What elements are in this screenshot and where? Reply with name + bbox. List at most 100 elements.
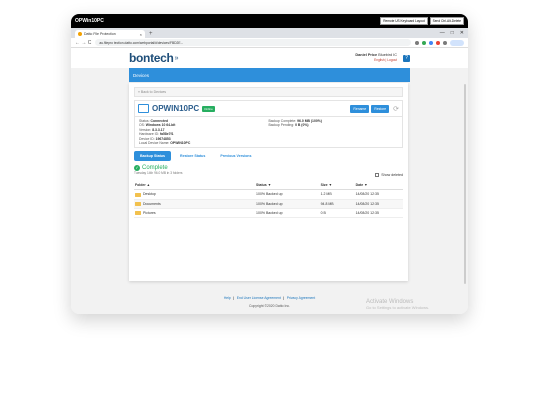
logo[interactable]: bontech: [129, 51, 174, 65]
cell-text: 1.2 MB: [320, 192, 332, 197]
table-row[interactable]: Desktop 100% Backed up 1.2 MB 14/08/20 12:3…: [134, 189, 403, 200]
detail-label: Status:: [139, 119, 150, 123]
help-link[interactable]: Help: [224, 296, 231, 300]
folder-icon: [135, 201, 141, 206]
folder-icon: [135, 192, 141, 197]
folder-cell: Documents: [134, 199, 256, 209]
tab-previous-versions[interactable]: Previous Versions: [214, 151, 257, 161]
date-cell: 14/08/20 12:35: [354, 208, 403, 218]
tab-restore-status[interactable]: Restore Status: [174, 151, 211, 161]
detail-value: 0 B (0%): [295, 123, 309, 128]
nav-buttons[interactable]: ← → C: [75, 40, 91, 46]
restore-button[interactable]: Restore: [371, 104, 390, 113]
profile-avatar[interactable]: [450, 39, 464, 46]
col-size[interactable]: Size ▼: [319, 181, 355, 191]
details-right: Backup Complete: 96.0 MB (100%) Backup Pe…: [269, 119, 399, 145]
devices-nav-link[interactable]: Devices: [133, 73, 149, 78]
activation-watermark: Activate Windows Go to Settings to activ…: [366, 299, 429, 310]
show-deleted-label: Show deleted: [381, 173, 403, 178]
detail-value: 96.0 MB (100%): [297, 119, 322, 123]
checkbox-icon[interactable]: [375, 173, 380, 178]
back-to-devices-link[interactable]: « Back to Devices: [134, 87, 403, 97]
col-status[interactable]: Status ▼: [255, 181, 320, 191]
maximize-icon[interactable]: □: [451, 29, 454, 38]
extension-icon[interactable]: [422, 40, 426, 45]
status-cell: 100% Backed up: [255, 189, 320, 200]
favicon-icon: [78, 32, 82, 36]
folder-cell: Desktop: [134, 189, 256, 200]
remote-session-bar: OPWin10PC Remote US Keyboard Layout Send…: [71, 14, 468, 28]
remote-title: OPWin10PC: [75, 18, 104, 24]
logo-mark-icon: »: [174, 54, 179, 62]
language-select[interactable]: English: [374, 58, 384, 62]
keyboard-layout-button[interactable]: Remote US Keyboard Layout: [380, 17, 428, 25]
new-tab-button[interactable]: +: [149, 30, 153, 38]
detail-label: Version:: [139, 127, 152, 132]
status-cell: 100% Backed up: [255, 199, 320, 209]
detail-row: Backup Pending: 0 B (0%): [269, 123, 399, 127]
detail-label: OS:: [139, 123, 145, 128]
cell-text[interactable]: Pictures: [143, 211, 156, 215]
detail-label: Backup Pending:: [268, 123, 295, 128]
detail-value: Connected: [150, 119, 169, 123]
browser-tab-strip: Datto File Protection × + — □ ✕: [71, 28, 468, 38]
size-cell: 0 B: [319, 208, 355, 218]
detail-label: Hardware ID:: [139, 132, 159, 137]
detail-value: OPWIN10PC: [170, 141, 191, 146]
logout-link[interactable]: Logout: [387, 58, 397, 62]
scrollbar[interactable]: [464, 84, 466, 284]
extension-icon[interactable]: [443, 40, 447, 45]
folder-cell: Pictures: [134, 208, 256, 218]
footer-separator: |: [282, 296, 284, 300]
subtabs: Backup Status Restore Status Previous Ve…: [134, 151, 403, 162]
device-details: Status: Connected OS: Windows 10 64-bit Ve…: [134, 117, 403, 149]
table-row[interactable]: Pictures 100% Backed up 0 B 14/08/20 12:35: [134, 208, 403, 218]
cell-text: 94.8 MB: [320, 201, 334, 206]
detail-label: Device ID:: [139, 136, 155, 141]
browser-tab[interactable]: Datto File Protection ×: [75, 30, 145, 38]
user-name[interactable]: Daniel Price: [355, 53, 377, 57]
date-cell: 14/08/20 12:35: [354, 189, 403, 200]
privacy-link[interactable]: Privacy Agreement: [287, 296, 315, 300]
close-window-icon[interactable]: ✕: [460, 29, 464, 38]
ctrl-alt-del-button[interactable]: Send Ctrl-Alt-Delete: [429, 17, 464, 25]
device-header: OPWIN10PC Online Rename Restore ⟳: [134, 100, 403, 117]
cell-text: 14/08/20 12:35: [355, 192, 379, 197]
col-date[interactable]: Date ▼: [354, 181, 403, 191]
address-bar-row: ← → C au.filepro tection.datto.com/webpo…: [71, 38, 468, 48]
rename-button[interactable]: Rename: [350, 104, 370, 113]
cell-text[interactable]: Desktop: [143, 192, 156, 196]
web-page: bontech » Daniel Price Bluebird IC Engli…: [71, 48, 468, 314]
star-icon[interactable]: [415, 40, 419, 45]
cell-text[interactable]: Documents: [143, 202, 161, 206]
detail-value: Windows 10 64-bit: [145, 123, 176, 128]
tab-title: Datto File Protection: [84, 32, 116, 36]
col-folder[interactable]: Folder ▲: [134, 181, 256, 191]
details-left: Status: Connected OS: Windows 10 64-bit Ve…: [139, 119, 269, 145]
cell-text: 100% Backed up: [256, 201, 283, 206]
extensions: [415, 40, 447, 45]
cell-text: 14/08/20 12:35: [355, 201, 379, 206]
status-badge: Online: [202, 105, 215, 112]
detail-label: Local Device Name:: [139, 141, 170, 146]
table-row[interactable]: Documents 100% Backed up 94.8 MB 14/08/20 1…: [134, 199, 403, 209]
minimize-icon[interactable]: —: [440, 29, 445, 38]
detail-row: Local Device Name: OPWIN10PC: [139, 141, 269, 145]
detail-label: Backup Complete:: [268, 119, 297, 123]
tab-backup-status[interactable]: Backup Status: [134, 151, 171, 162]
company-name: Bluebird IC: [378, 53, 397, 57]
folder-icon: [135, 210, 141, 215]
eula-link[interactable]: End User License Agreement: [237, 296, 281, 300]
help-button[interactable]: ?: [403, 54, 410, 62]
monitor-icon: [138, 104, 149, 113]
detail-value: fa58e7f1: [159, 132, 174, 137]
extension-icon[interactable]: [436, 40, 440, 45]
extension-icon[interactable]: [429, 40, 433, 45]
cell-text: 0 B: [320, 210, 326, 215]
screenshot-frame: OPWin10PC Remote US Keyboard Layout Send…: [71, 14, 468, 314]
refresh-icon[interactable]: ⟳: [393, 105, 399, 113]
site-header: bontech » Daniel Price Bluebird IC Engli…: [71, 48, 468, 68]
close-tab-icon[interactable]: ×: [140, 32, 142, 37]
url-field[interactable]: au.filepro tection.datto.com/webportal/#…: [95, 39, 411, 46]
detail-value: 8.3.3.17: [152, 127, 165, 132]
